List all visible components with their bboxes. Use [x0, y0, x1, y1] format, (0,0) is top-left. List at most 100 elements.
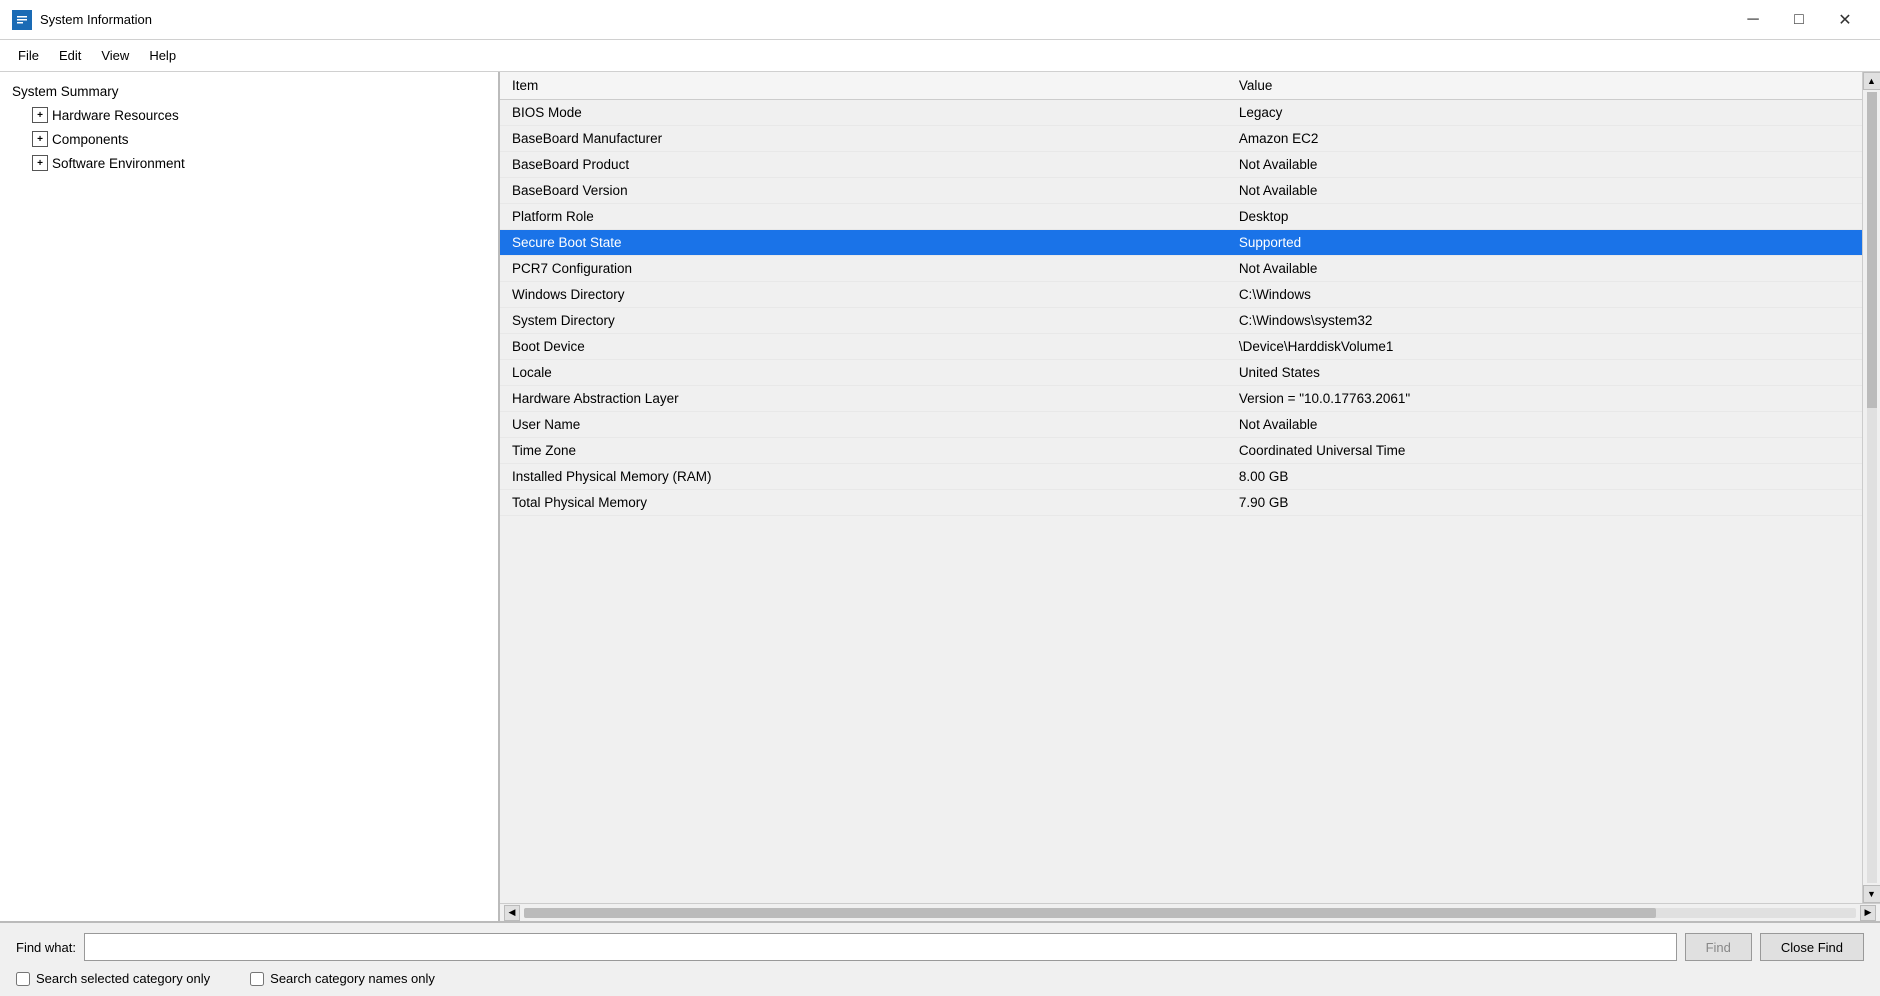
close-button[interactable]: ✕: [1822, 4, 1868, 36]
vertical-scrollbar[interactable]: ▲ ▼: [1862, 72, 1880, 903]
horizontal-scrollbar[interactable]: ◀ ▶: [500, 903, 1880, 921]
scroll-down-arrow[interactable]: ▼: [1863, 885, 1880, 903]
cell-value: 7.90 GB: [1227, 490, 1862, 516]
table-row[interactable]: Time ZoneCoordinated Universal Time: [500, 438, 1862, 464]
search-category-names[interactable]: Search category names only: [250, 971, 435, 986]
table-row[interactable]: Platform RoleDesktop: [500, 204, 1862, 230]
menu-edit[interactable]: Edit: [49, 44, 91, 67]
cell-item: System Directory: [500, 308, 1227, 334]
maximize-button[interactable]: □: [1776, 4, 1822, 36]
title-bar: System Information ─ □ ✕: [0, 0, 1880, 40]
close-find-button[interactable]: Close Find: [1760, 933, 1864, 961]
search-names-label: Search category names only: [270, 971, 435, 986]
cell-item: Locale: [500, 360, 1227, 386]
cell-item: Installed Physical Memory (RAM): [500, 464, 1227, 490]
cell-value: Not Available: [1227, 412, 1862, 438]
cell-item: BaseBoard Product: [500, 152, 1227, 178]
window-title: System Information: [40, 12, 1730, 27]
cell-item: Windows Directory: [500, 282, 1227, 308]
software-environment-label: Software Environment: [52, 156, 185, 171]
cell-value: Not Available: [1227, 178, 1862, 204]
tree-item-hardware-resources[interactable]: + Hardware Resources: [4, 103, 494, 127]
minimize-button[interactable]: ─: [1730, 4, 1776, 36]
hscroll-thumb[interactable]: [524, 908, 1656, 918]
cell-item: Boot Device: [500, 334, 1227, 360]
cell-value: C:\Windows\system32: [1227, 308, 1862, 334]
search-names-checkbox[interactable]: [250, 972, 264, 986]
bottom-bar: Find what: Find Close Find Search select…: [0, 921, 1880, 996]
table-row[interactable]: BIOS ModeLegacy: [500, 100, 1862, 126]
expander-software[interactable]: +: [32, 155, 48, 171]
right-panel: Item Value BIOS ModeLegacyBaseBoard Manu…: [500, 72, 1880, 921]
cell-item: Time Zone: [500, 438, 1227, 464]
table-row[interactable]: BaseBoard ManufacturerAmazon EC2: [500, 126, 1862, 152]
tree-item-software-environment[interactable]: + Software Environment: [4, 151, 494, 175]
table-container[interactable]: Item Value BIOS ModeLegacyBaseBoard Manu…: [500, 72, 1862, 903]
scroll-up-arrow[interactable]: ▲: [1863, 72, 1880, 90]
menu-help[interactable]: Help: [139, 44, 186, 67]
search-selected-checkbox[interactable]: [16, 972, 30, 986]
table-row[interactable]: System DirectoryC:\Windows\system32: [500, 308, 1862, 334]
table-row[interactable]: Total Physical Memory7.90 GB: [500, 490, 1862, 516]
scroll-thumb[interactable]: [1867, 92, 1877, 408]
hardware-resources-label: Hardware Resources: [52, 108, 179, 123]
app-icon: [12, 10, 32, 30]
cell-item: Platform Role: [500, 204, 1227, 230]
scroll-left-arrow[interactable]: ◀: [504, 905, 520, 921]
cell-value: United States: [1227, 360, 1862, 386]
search-selected-label: Search selected category only: [36, 971, 210, 986]
col-value: Value: [1227, 72, 1862, 100]
cell-value: Coordinated Universal Time: [1227, 438, 1862, 464]
cell-item: User Name: [500, 412, 1227, 438]
expander-hardware[interactable]: +: [32, 107, 48, 123]
scroll-right-arrow[interactable]: ▶: [1860, 905, 1876, 921]
main-content: System Summary + Hardware Resources + Co…: [0, 72, 1880, 921]
info-table: Item Value BIOS ModeLegacyBaseBoard Manu…: [500, 72, 1862, 516]
table-row[interactable]: Hardware Abstraction LayerVersion = "10.…: [500, 386, 1862, 412]
cell-value: Legacy: [1227, 100, 1862, 126]
table-row[interactable]: BaseBoard VersionNot Available: [500, 178, 1862, 204]
cell-value: Not Available: [1227, 152, 1862, 178]
cell-item: Total Physical Memory: [500, 490, 1227, 516]
cell-item: Hardware Abstraction Layer: [500, 386, 1227, 412]
menu-file[interactable]: File: [8, 44, 49, 67]
search-selected-category[interactable]: Search selected category only: [16, 971, 210, 986]
find-button[interactable]: Find: [1685, 933, 1752, 961]
table-row[interactable]: BaseBoard ProductNot Available: [500, 152, 1862, 178]
system-summary-label: System Summary: [12, 84, 119, 99]
cell-value: Desktop: [1227, 204, 1862, 230]
cell-value: Not Available: [1227, 256, 1862, 282]
find-input[interactable]: [84, 933, 1677, 961]
tree-item-components[interactable]: + Components: [4, 127, 494, 151]
table-row[interactable]: Boot Device\Device\HarddiskVolume1: [500, 334, 1862, 360]
table-row[interactable]: LocaleUnited States: [500, 360, 1862, 386]
find-row: Find what: Find Close Find: [16, 933, 1864, 961]
right-panel-body: Item Value BIOS ModeLegacyBaseBoard Manu…: [500, 72, 1880, 903]
hscroll-track[interactable]: [524, 908, 1856, 918]
cell-value: Supported: [1227, 230, 1862, 256]
scroll-track[interactable]: [1867, 92, 1877, 883]
cell-value: Version = "10.0.17763.2061": [1227, 386, 1862, 412]
cell-value: C:\Windows: [1227, 282, 1862, 308]
table-row[interactable]: Secure Boot StateSupported: [500, 230, 1862, 256]
cell-value: \Device\HarddiskVolume1: [1227, 334, 1862, 360]
cell-value: Amazon EC2: [1227, 126, 1862, 152]
table-row[interactable]: Installed Physical Memory (RAM)8.00 GB: [500, 464, 1862, 490]
cell-value: 8.00 GB: [1227, 464, 1862, 490]
cell-item: BaseBoard Version: [500, 178, 1227, 204]
table-row[interactable]: Windows DirectoryC:\Windows: [500, 282, 1862, 308]
cell-item: BIOS Mode: [500, 100, 1227, 126]
cell-item: PCR7 Configuration: [500, 256, 1227, 282]
col-item: Item: [500, 72, 1227, 100]
cell-item: BaseBoard Manufacturer: [500, 126, 1227, 152]
checkbox-row: Search selected category only Search cat…: [16, 971, 1864, 986]
table-row[interactable]: PCR7 ConfigurationNot Available: [500, 256, 1862, 282]
menu-bar: File Edit View Help: [0, 40, 1880, 72]
menu-view[interactable]: View: [91, 44, 139, 67]
table-row[interactable]: User NameNot Available: [500, 412, 1862, 438]
expander-components[interactable]: +: [32, 131, 48, 147]
cell-item: Secure Boot State: [500, 230, 1227, 256]
tree-item-system-summary[interactable]: System Summary: [4, 80, 494, 103]
components-label: Components: [52, 132, 129, 147]
find-label: Find what:: [16, 940, 76, 955]
